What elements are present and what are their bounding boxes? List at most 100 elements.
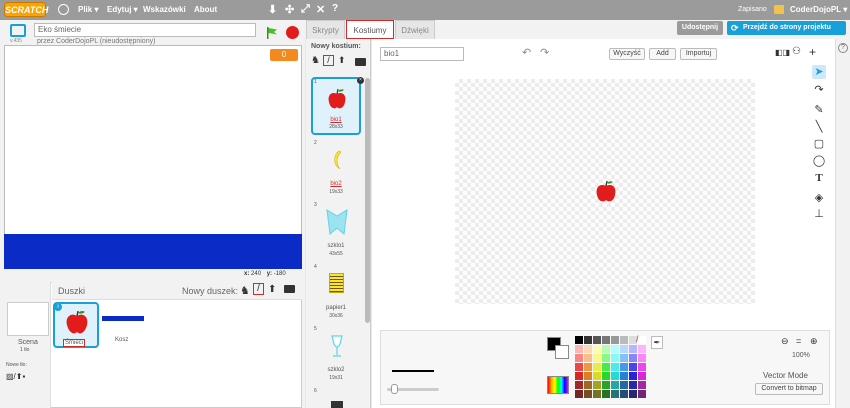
palette-swatch[interactable] [629, 354, 637, 362]
upload-costume-icon[interactable]: ⬆ [338, 55, 346, 66]
add-center-icon[interactable]: + [809, 45, 816, 59]
costume-delete-icon[interactable]: × [357, 77, 364, 84]
costume-name-input[interactable]: bio1 [380, 47, 464, 61]
palette-swatch[interactable] [602, 381, 610, 389]
palette-swatch[interactable] [620, 336, 628, 344]
transparent-color-icon[interactable]: / [636, 334, 639, 344]
costume-item-6[interactable]: 6 [311, 388, 361, 408]
palette-swatch[interactable] [593, 363, 601, 371]
palette-swatch[interactable] [611, 354, 619, 362]
palette-swatch[interactable] [593, 381, 601, 389]
palette-swatch[interactable] [584, 354, 592, 362]
palette-swatch[interactable] [611, 381, 619, 389]
paint-costume-icon[interactable]: / [323, 55, 334, 66]
palette-swatch[interactable] [593, 336, 601, 344]
palette-swatch[interactable] [584, 345, 592, 353]
fill-tool-icon[interactable]: ◈ [812, 191, 826, 205]
palette-swatch[interactable] [638, 354, 646, 362]
palette-swatch[interactable] [575, 354, 583, 362]
tab-scripts[interactable]: Skrypty [306, 20, 345, 39]
globe-icon[interactable] [58, 4, 69, 15]
palette-swatch[interactable] [593, 345, 601, 353]
backdrop-tools-icon[interactable]: ▨/⬆▪ [6, 372, 25, 381]
green-flag-icon[interactable] [266, 27, 278, 39]
text-tool-icon[interactable]: T [812, 171, 826, 185]
palette-swatch[interactable] [629, 345, 637, 353]
costume-library-icon[interactable]: ♞ [311, 55, 320, 66]
redo-icon[interactable]: ↷ [540, 46, 549, 59]
zoom-in-icon[interactable]: ⊕ [810, 336, 818, 347]
scratch-logo[interactable]: SCRATCH [4, 2, 48, 17]
cut-icon[interactable]: ✣ [285, 3, 294, 16]
sprite-tile-kosz[interactable]: Kosz [100, 302, 146, 348]
camera-sprite-icon[interactable] [284, 285, 295, 293]
costume-item-szklo1[interactable]: 3 szklo1 43x55 [311, 202, 361, 260]
palette-swatch[interactable] [611, 336, 619, 344]
menu-file[interactable]: Plik ▾ [78, 5, 98, 14]
ellipse-tool-icon[interactable]: ◯ [812, 154, 826, 168]
palette-swatch[interactable] [611, 363, 619, 371]
zoom-out-icon[interactable]: ⊖ [781, 336, 789, 347]
slider-thumb[interactable] [391, 384, 398, 394]
stage-thumbnail[interactable] [7, 302, 49, 336]
line-tool-icon[interactable]: ╲ [812, 120, 826, 134]
palette-swatch[interactable] [584, 381, 592, 389]
costume-item-szklo2[interactable]: 5 szklo2 19x31 [311, 326, 361, 384]
project-title-input[interactable]: Eko śmiecie [34, 23, 256, 37]
flip-horizontal-icon[interactable]: ◧◨ [775, 48, 790, 57]
sprite-from-library-icon[interactable]: ♞ [240, 284, 250, 297]
zoom-reset-icon[interactable]: = [796, 336, 801, 346]
set-center-icon[interactable]: ⚇ [792, 46, 801, 57]
stamp-tool-icon[interactable]: ⊥ [812, 207, 826, 221]
palette-swatch[interactable] [620, 354, 628, 362]
palette-swatch[interactable] [611, 390, 619, 398]
color-picker-gradient[interactable] [547, 376, 569, 394]
info-icon[interactable]: i [54, 303, 62, 311]
palette-swatch[interactable] [629, 363, 637, 371]
sprite-tile-smieci[interactable]: i Śmieci [53, 302, 99, 348]
palette-swatch[interactable] [638, 390, 646, 398]
costume-item-bio2[interactable]: 2 bio2 19x33 [311, 140, 361, 198]
help-icon[interactable]: ? [332, 3, 338, 14]
secondary-color-swatch[interactable] [555, 345, 569, 359]
pencil-tool-icon[interactable]: ✎ [812, 103, 826, 117]
palette-swatch[interactable] [602, 372, 610, 380]
palette-swatch[interactable] [602, 354, 610, 362]
color-palette[interactable] [575, 336, 647, 398]
folder-icon[interactable] [774, 5, 784, 14]
costume-item-bio1[interactable]: 1 × bio1 28x33 [311, 77, 364, 135]
palette-swatch[interactable] [602, 363, 610, 371]
grow-icon[interactable]: ⤢ [301, 3, 310, 16]
palette-swatch[interactable] [620, 363, 628, 371]
shrink-icon[interactable]: ✕ [316, 3, 325, 16]
palette-swatch[interactable] [638, 372, 646, 380]
palette-swatch[interactable] [575, 390, 583, 398]
palette-swatch[interactable] [611, 372, 619, 380]
palette-swatch[interactable] [584, 390, 592, 398]
palette-swatch[interactable] [638, 336, 646, 344]
upload-sprite-icon[interactable]: ⬆ [268, 284, 276, 295]
palette-swatch[interactable] [584, 372, 592, 380]
palette-swatch[interactable] [602, 345, 610, 353]
palette-swatch[interactable] [593, 354, 601, 362]
convert-to-bitmap-button[interactable]: Convert to bitmap [755, 383, 823, 395]
palette-swatch[interactable] [575, 363, 583, 371]
palette-swatch[interactable] [638, 363, 646, 371]
camera-costume-icon[interactable] [355, 58, 366, 66]
help-circle-icon[interactable]: ? [838, 43, 848, 53]
palette-swatch[interactable] [620, 372, 628, 380]
user-menu[interactable]: CoderDojoPL ▾ [790, 5, 847, 14]
palette-swatch[interactable] [611, 345, 619, 353]
costume-scrollbar[interactable] [365, 78, 370, 323]
paint-sprite-icon[interactable]: / [253, 283, 264, 295]
eyedropper-icon[interactable]: ✒ [651, 336, 663, 349]
palette-swatch[interactable] [629, 372, 637, 380]
stamp-icon[interactable]: ⬇ [268, 3, 277, 16]
undo-icon[interactable]: ↶ [522, 46, 531, 59]
palette-swatch[interactable] [575, 372, 583, 380]
add-button[interactable]: Add [649, 48, 676, 60]
palette-swatch[interactable] [620, 381, 628, 389]
rectangle-tool-icon[interactable]: ▢ [812, 137, 826, 151]
menu-tips[interactable]: Wskazówki [143, 5, 186, 14]
menu-edit[interactable]: Edytuj ▾ [107, 5, 138, 14]
